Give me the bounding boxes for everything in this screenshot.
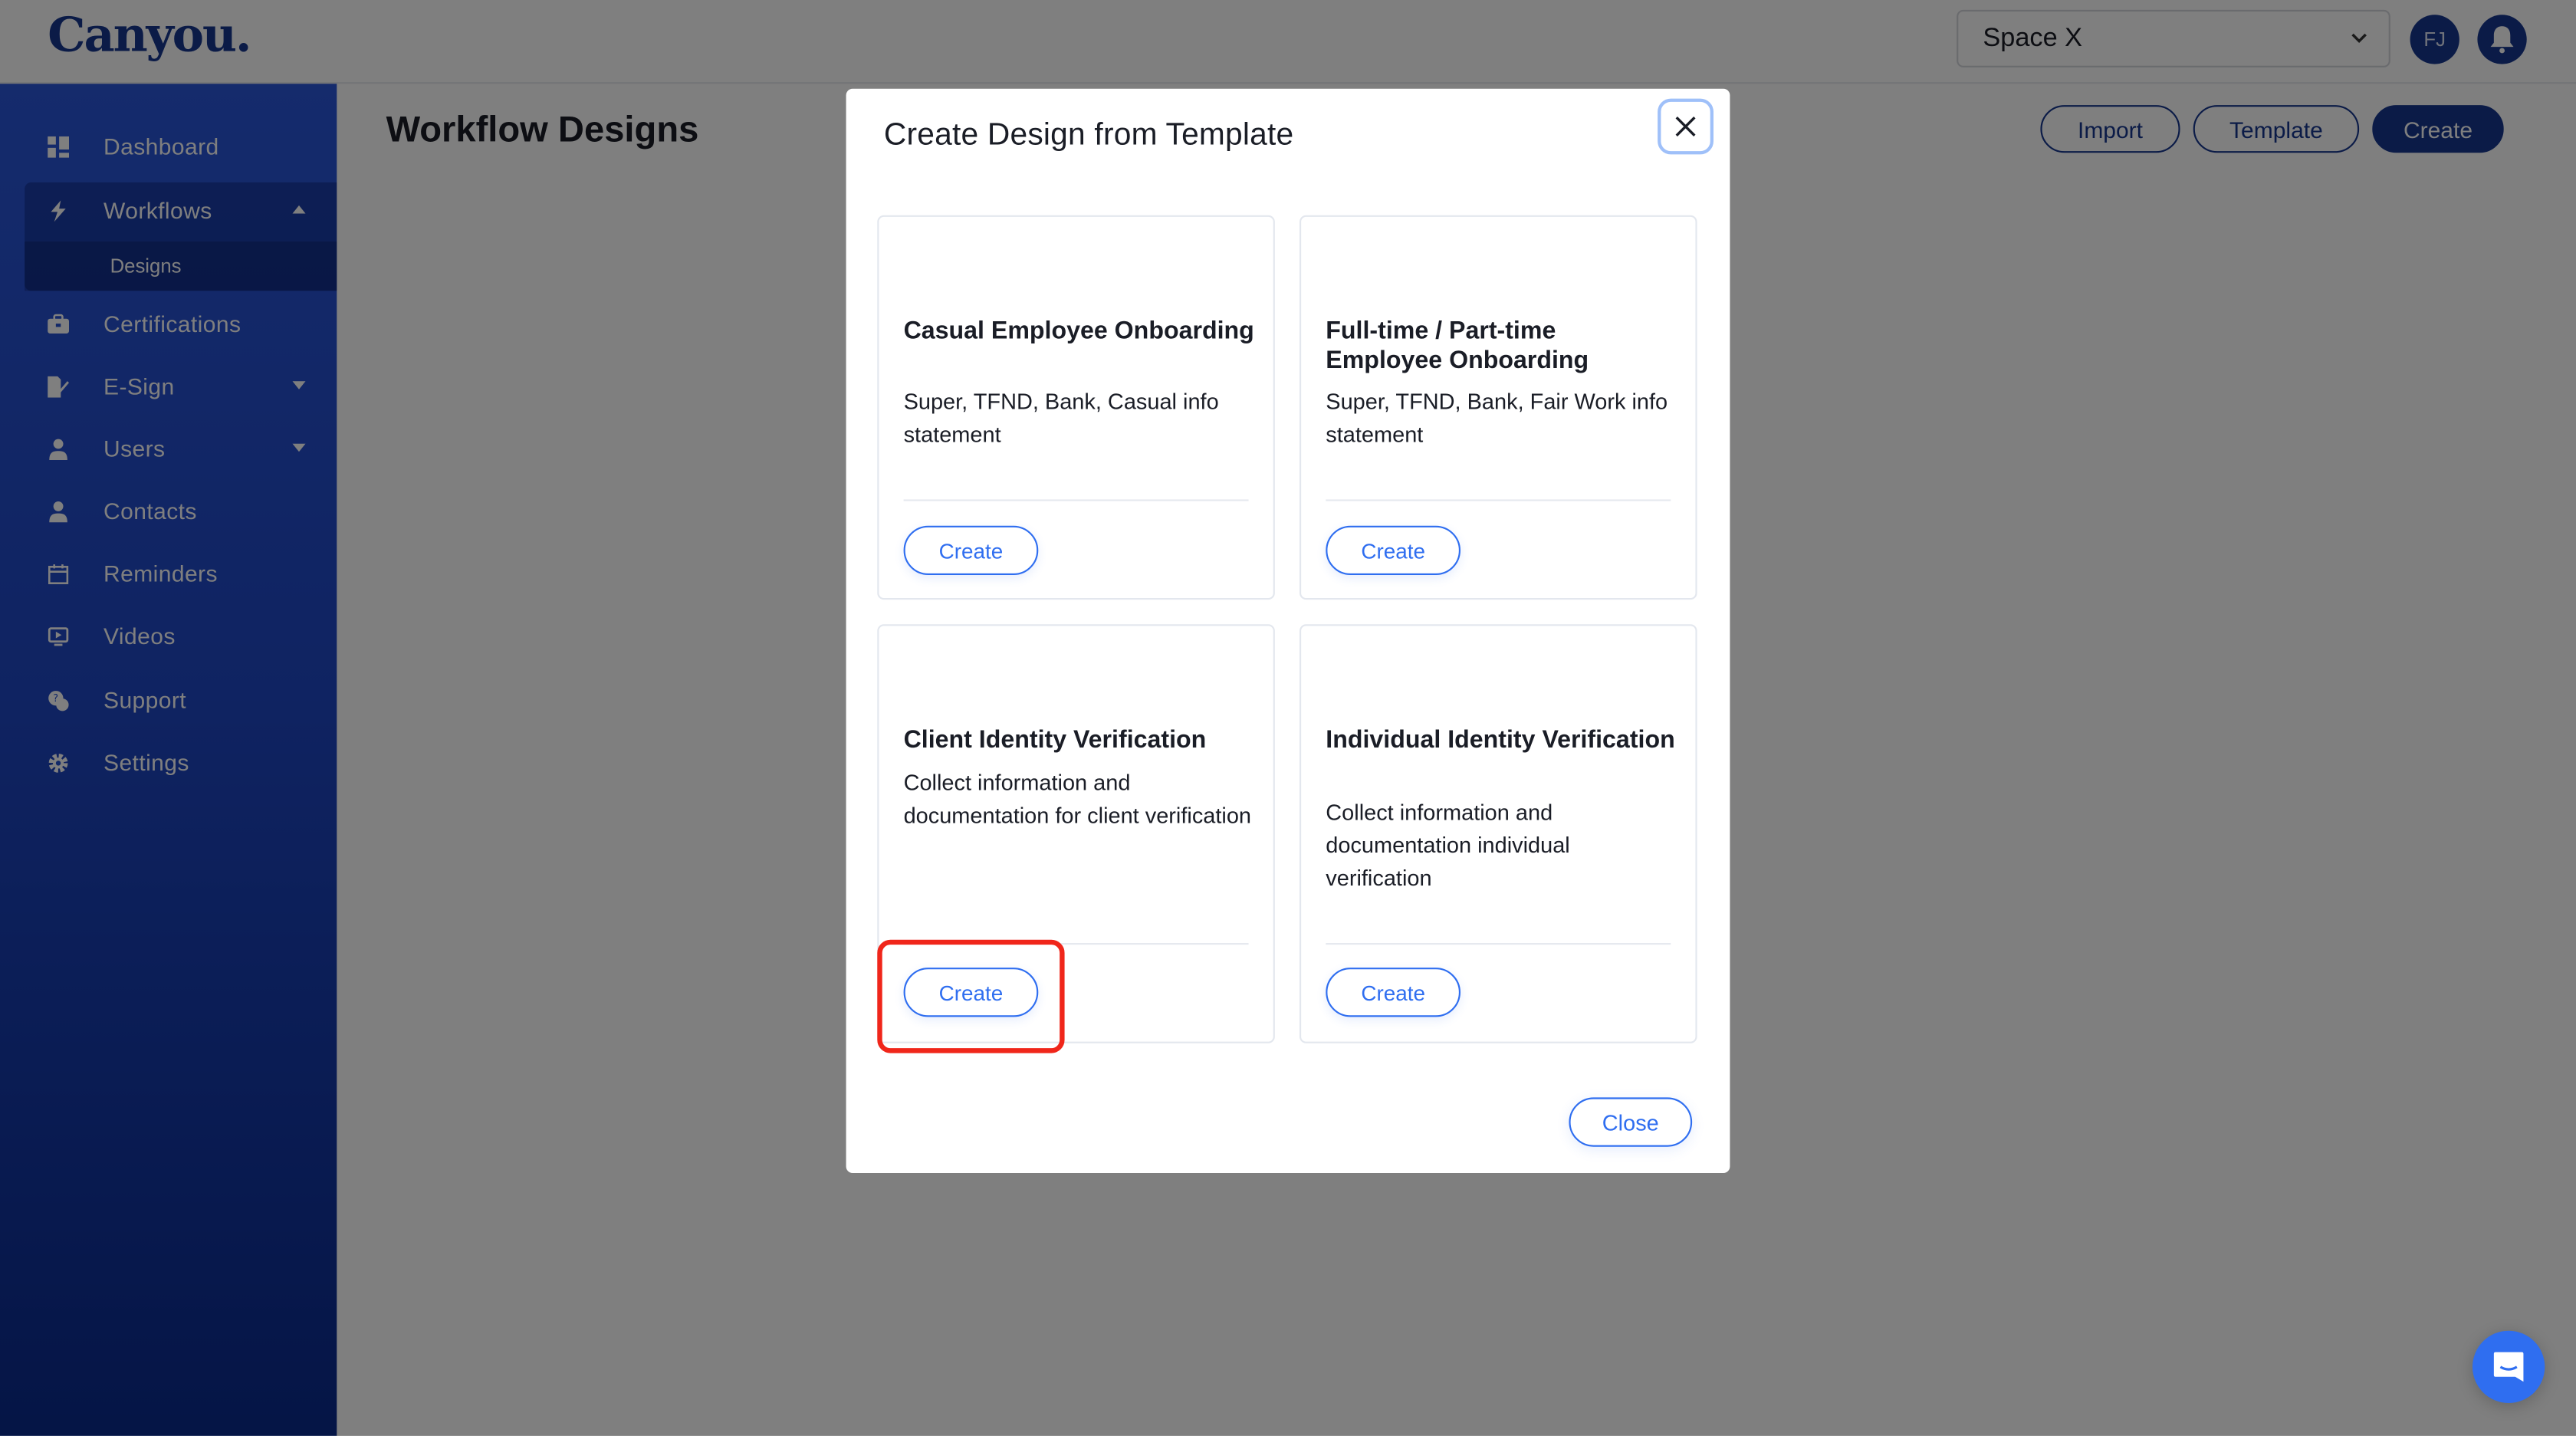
template-create-button[interactable]: Create — [903, 968, 1039, 1017]
card-divider — [903, 499, 1249, 501]
template-description: Collect information and documentation fo… — [903, 770, 1252, 828]
template-title: Individual Identity Verification — [1326, 726, 1675, 754]
card-divider — [1326, 499, 1671, 501]
template-card: Casual Employee Onboarding Super, TFND, … — [877, 215, 1275, 600]
chat-icon — [2493, 1352, 2524, 1382]
template-card: Full-time / Part-time Employee Onboardin… — [1300, 215, 1697, 600]
template-title: Full-time / Part-time Employee Onboardin… — [1326, 317, 1589, 375]
create-from-template-modal: Create Design from Template Casual Emplo… — [846, 88, 1730, 1174]
template-title: Casual Employee Onboarding — [903, 317, 1254, 345]
template-card: Individual Identity Verification Collect… — [1300, 624, 1697, 1043]
modal-close-text-button[interactable]: Close — [1569, 1097, 1693, 1147]
template-description: Super, TFND, Bank, Casual info statement — [903, 389, 1219, 447]
template-create-button[interactable]: Create — [1326, 968, 1460, 1017]
close-icon — [1675, 117, 1696, 136]
template-title: Client Identity Verification — [903, 726, 1207, 754]
chat-widget-button[interactable] — [2472, 1330, 2545, 1403]
template-create-button[interactable]: Create — [903, 525, 1039, 575]
modal-title: Create Design from Template — [883, 118, 1294, 153]
card-divider — [1326, 943, 1671, 945]
template-create-button[interactable]: Create — [1326, 525, 1460, 575]
template-description: Collect information and documentation in… — [1326, 800, 1570, 891]
template-card: Client Identity Verification Collect inf… — [877, 624, 1275, 1043]
app-root: Canyou. Space X FJ Dashboard Workflows D… — [0, 0, 2576, 1436]
card-divider — [903, 943, 1249, 945]
template-description: Super, TFND, Bank, Fair Work info statem… — [1326, 389, 1668, 447]
modal-close-button[interactable] — [1658, 98, 1714, 155]
